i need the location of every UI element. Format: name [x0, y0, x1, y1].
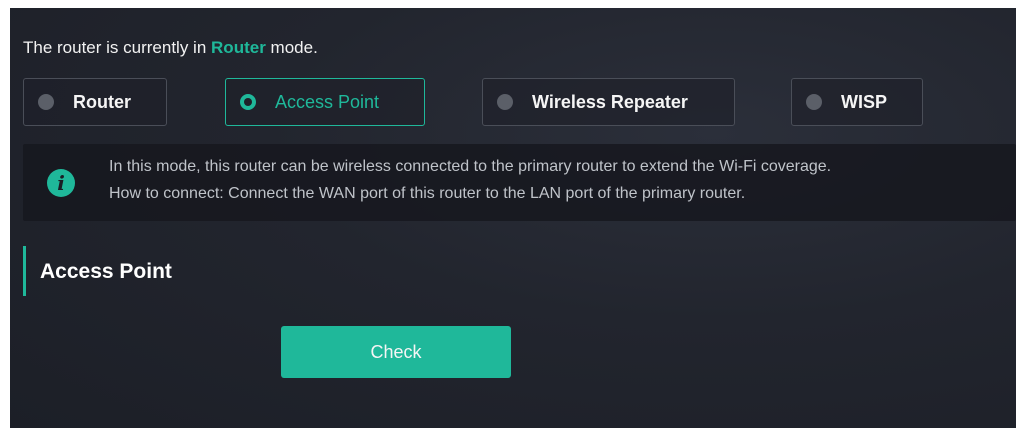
radio-selected-icon[interactable]	[240, 94, 256, 110]
info-how-to-connect: How to connect: Connect the WAN port of …	[109, 185, 746, 202]
mode-option-label: Router	[73, 91, 131, 112]
radio-icon[interactable]	[497, 94, 513, 110]
mode-option-label: Wireless Repeater	[532, 91, 688, 112]
mode-option-access-point[interactable]: Access Point	[225, 78, 425, 126]
mode-option-router[interactable]: Router	[23, 78, 167, 126]
status-suffix: mode.	[270, 38, 318, 57]
radio-icon[interactable]	[38, 94, 54, 110]
mode-selector: Router Access Point Wireless Repeater WI…	[10, 78, 1016, 128]
info-description: In this mode, this router can be wireles…	[109, 158, 832, 175]
mode-info-box: i In this mode, this router can be wirel…	[23, 144, 1016, 221]
mode-option-wireless-repeater[interactable]: Wireless Repeater	[482, 78, 735, 126]
info-icon: i	[47, 169, 75, 197]
mode-option-label: WISP	[841, 91, 888, 112]
radio-icon[interactable]	[806, 94, 822, 110]
status-prefix: The router is currently in	[23, 38, 207, 57]
current-mode-status: The router is currently in Router mode.	[23, 38, 318, 58]
section-accent-bar	[23, 246, 26, 296]
mode-option-label: Access Point	[275, 91, 380, 112]
status-current-mode: Router	[211, 38, 266, 57]
mode-settings-panel: The router is currently in Router mode. …	[10, 8, 1016, 428]
check-button[interactable]: Check	[281, 326, 511, 378]
section-title: Access Point	[40, 260, 172, 283]
mode-option-wisp[interactable]: WISP	[791, 78, 923, 126]
